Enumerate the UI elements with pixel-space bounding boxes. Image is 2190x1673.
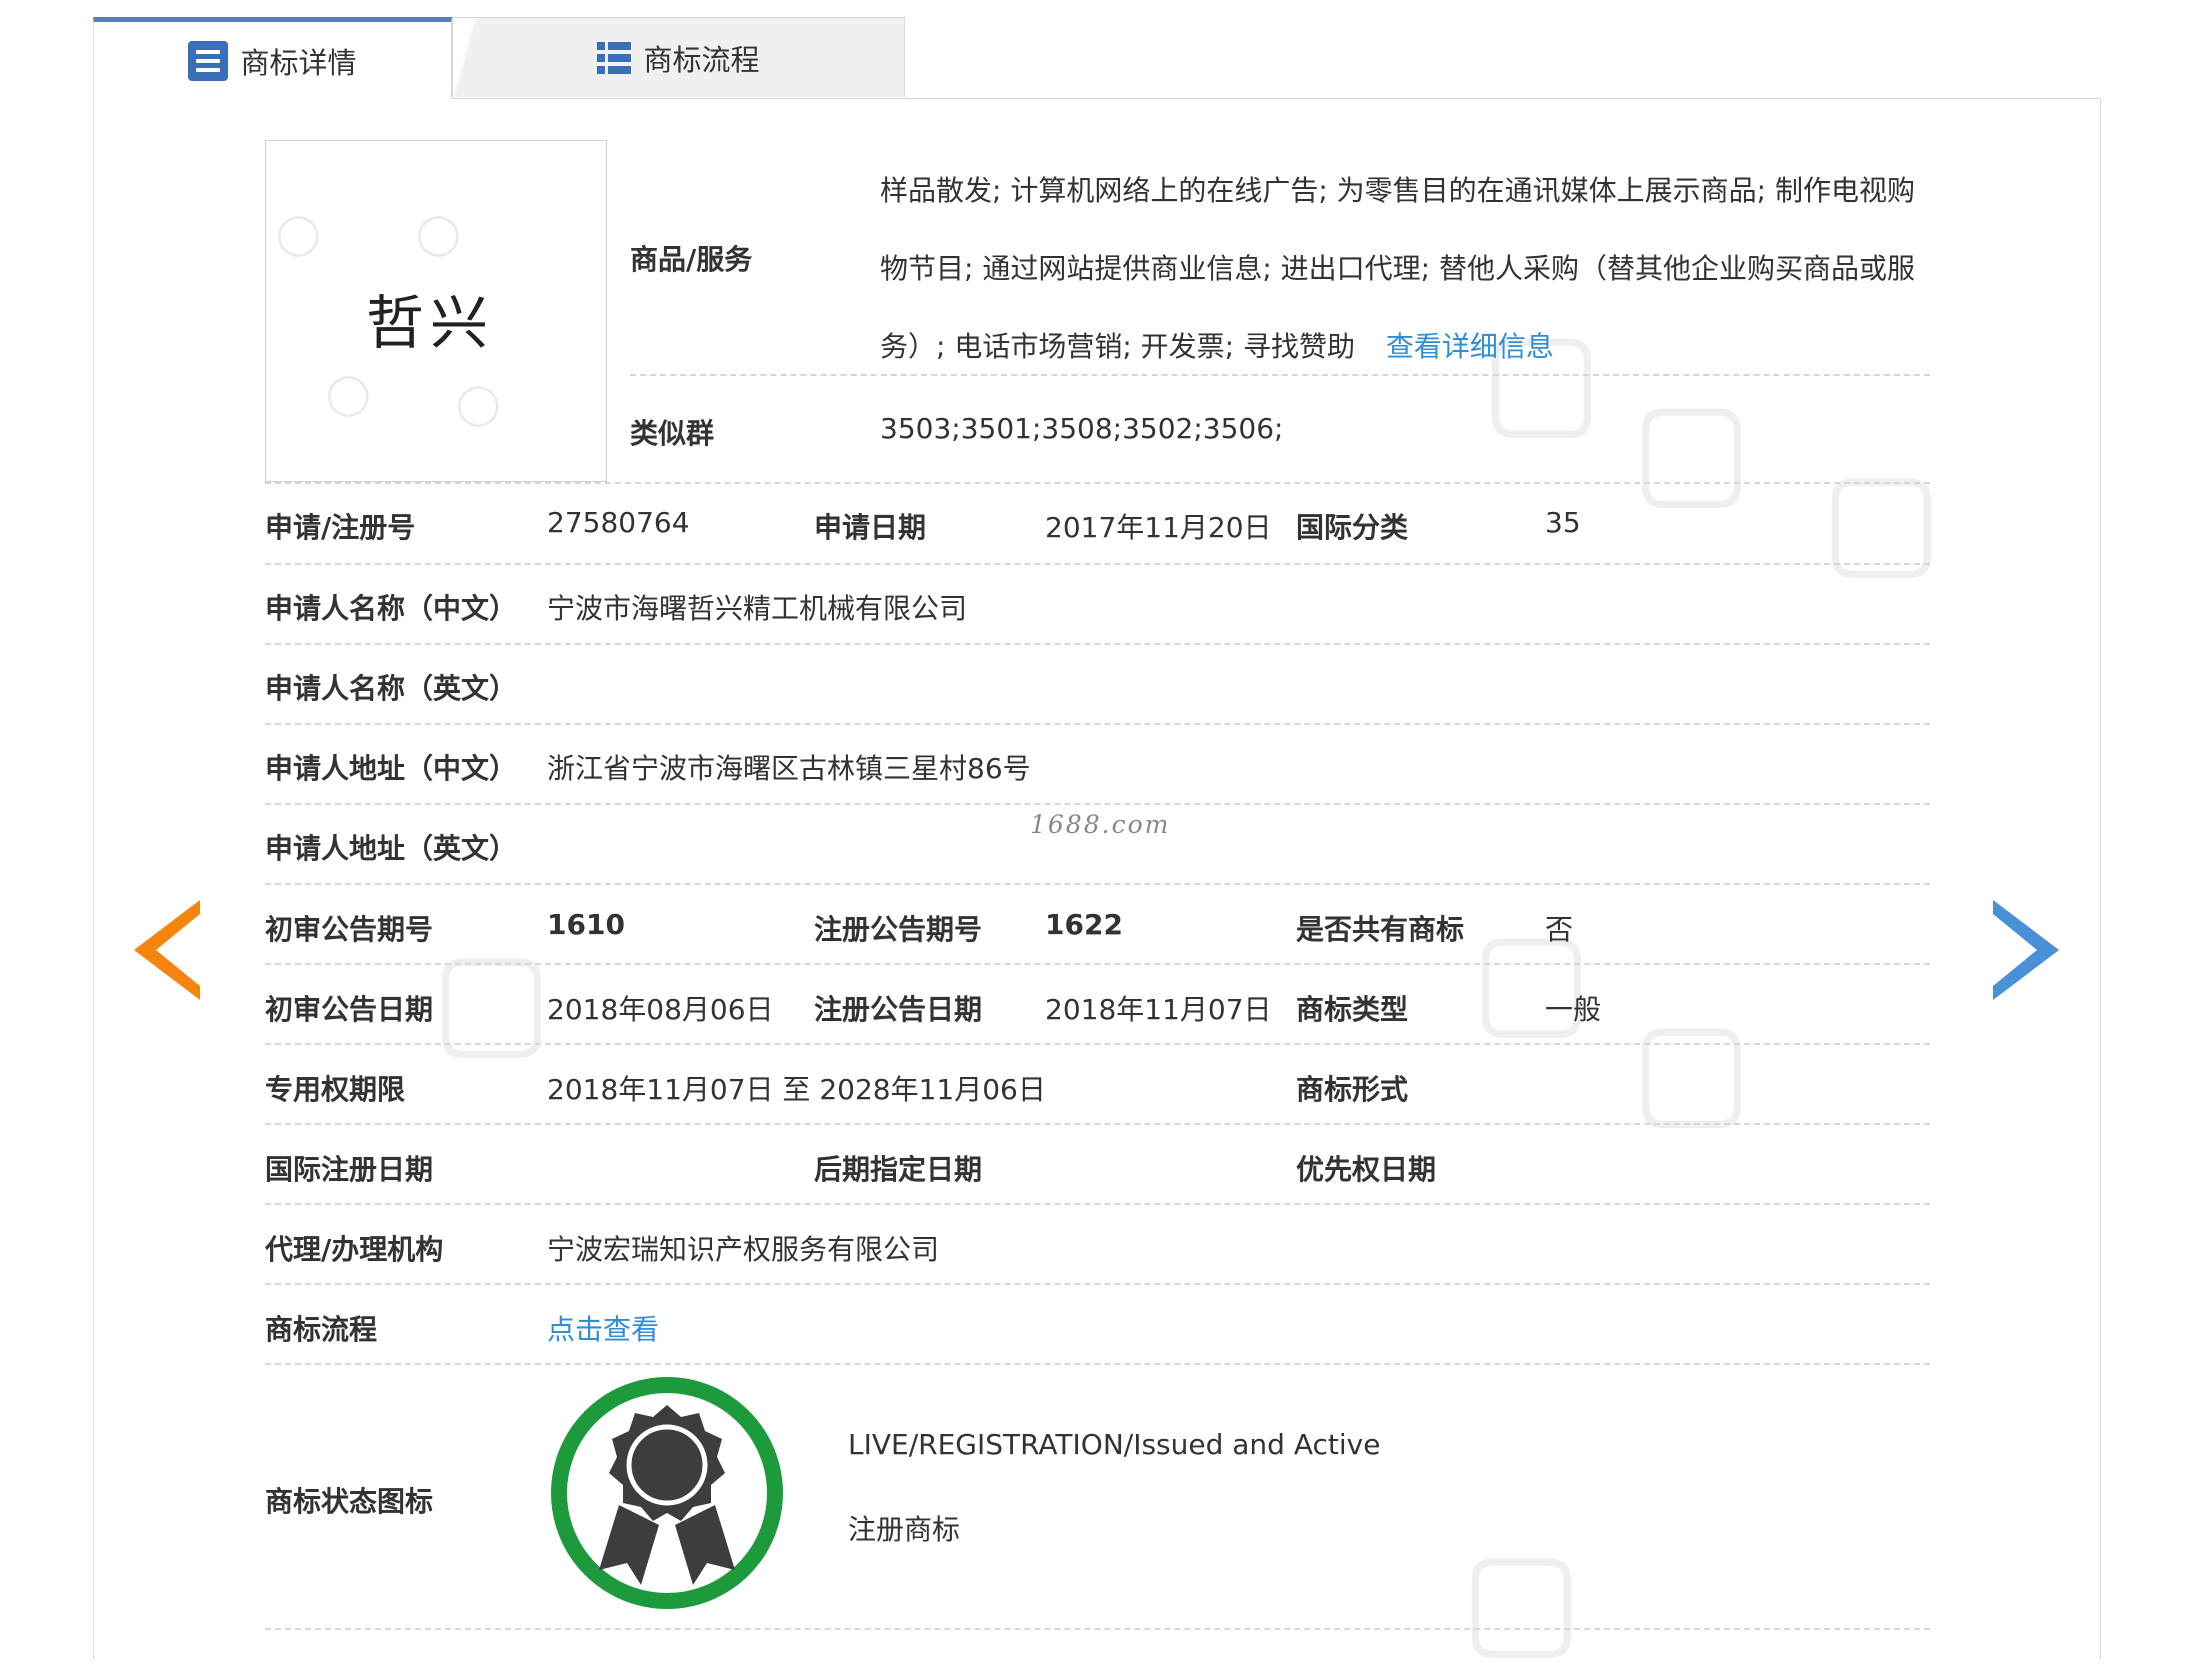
seal-watermark: ◯ xyxy=(456,381,501,427)
site-watermark: 1688.com xyxy=(1030,810,1171,839)
reg-issue-label: 注册公告期号 xyxy=(814,913,983,946)
divider xyxy=(265,803,1930,805)
address-en-label: 申请人地址（英文） xyxy=(265,832,518,865)
prelim-issue-label: 初审公告期号 xyxy=(265,913,434,946)
tab-label: 商标详情 xyxy=(240,45,357,80)
prelim-date-value: 2018年08月06日 xyxy=(547,993,774,1026)
tm-form-label: 商标形式 xyxy=(1296,1073,1409,1106)
divider xyxy=(265,1123,1930,1125)
divider xyxy=(265,963,1930,965)
reg-date-value: 2018年11月07日 xyxy=(1045,993,1272,1026)
intl-class-value: 35 xyxy=(1545,506,1581,539)
shared-label: 是否共有商标 xyxy=(1296,913,1465,946)
divider xyxy=(265,1283,1930,1285)
applicant-en-label: 申请人名称（英文） xyxy=(265,672,518,705)
registered-status-badge-icon xyxy=(551,1377,783,1609)
agent-label: 代理/办理机构 xyxy=(265,1233,444,1266)
shared-value: 否 xyxy=(1545,913,1574,946)
document-list-icon xyxy=(188,40,229,81)
status-label: 商标状态图标 xyxy=(265,1485,434,1518)
apply-date-value: 2017年11月20日 xyxy=(1045,511,1272,544)
divider xyxy=(265,1628,1930,1630)
flow-view-link[interactable]: 点击查看 xyxy=(547,1308,659,1348)
reg-no-label: 申请/注册号 xyxy=(265,511,416,544)
flow-label: 商标流程 xyxy=(265,1313,378,1346)
intl-reg-date-label: 国际注册日期 xyxy=(265,1153,434,1186)
tm-type-value: 一般 xyxy=(1545,993,1602,1026)
reg-no-value: 27580764 xyxy=(547,506,690,539)
later-date-label: 后期指定日期 xyxy=(814,1153,983,1186)
seal-watermark: ◯ xyxy=(416,211,461,257)
address-cn-label: 申请人地址（中文） xyxy=(265,752,518,785)
similar-group-label: 类似群 xyxy=(630,417,715,450)
prelim-date-label: 初审公告日期 xyxy=(265,993,434,1026)
view-details-link[interactable]: 查看详细信息 xyxy=(1386,330,1554,363)
divider xyxy=(265,883,1930,885)
seal-watermark: ◯ xyxy=(326,371,371,417)
tab-trademark-detail[interactable]: 商标详情 xyxy=(93,17,452,99)
priority-date-label: 优先权日期 xyxy=(1296,1153,1437,1186)
tm-type-label: 商标类型 xyxy=(1296,993,1409,1026)
applicant-cn-label: 申请人名称（中文） xyxy=(265,592,518,625)
reg-issue-value: 1622 xyxy=(1045,908,1123,941)
divider xyxy=(265,1043,1930,1045)
intl-class-label: 国际分类 xyxy=(1296,511,1409,544)
next-arrow-icon[interactable] xyxy=(1993,900,2059,1000)
previous-arrow-icon[interactable] xyxy=(134,900,200,1000)
exclusive-label: 专用权期限 xyxy=(265,1073,406,1106)
seal-watermark: ◯ xyxy=(276,211,321,257)
applicant-cn-value: 宁波市海曙哲兴精工机械有限公司 xyxy=(547,592,968,625)
apply-date-label: 申请日期 xyxy=(814,511,927,544)
divider xyxy=(265,723,1930,725)
reg-date-label: 注册公告日期 xyxy=(814,993,983,1026)
address-cn-value: 浙江省宁波市海曙区古林镇三星村86号 xyxy=(547,752,1031,785)
divider xyxy=(630,374,1930,376)
divider xyxy=(265,563,1930,565)
divider xyxy=(265,482,1930,484)
trademark-image: ◯ ◯ ◯ ◯ 哲兴 xyxy=(265,140,607,482)
goods-text: 样品散发; 计算机网络上的在线广告; 为零售目的在通讯媒体上展示商品; 制作电视… xyxy=(880,152,1930,386)
similar-group-value: 3503;3501;3508;3502;3506; xyxy=(880,412,1284,445)
tab-label: 商标流程 xyxy=(643,42,760,77)
goods-label: 商品/服务 xyxy=(630,243,753,276)
tab-trademark-flow[interactable]: 商标流程 xyxy=(452,17,905,97)
trademark-text: 哲兴 xyxy=(366,289,495,357)
tab-bar: 商标详情 商标流程 xyxy=(93,17,905,99)
status-en-value: LIVE/REGISTRATION/Issued and Active xyxy=(848,1428,1381,1461)
prelim-issue-value: 1610 xyxy=(547,908,625,941)
divider xyxy=(265,643,1930,645)
divider xyxy=(265,1363,1930,1365)
exclusive-value: 2018年11月07日 至 2028年11月06日 xyxy=(547,1073,1046,1106)
agent-value: 宁波宏瑞知识产权服务有限公司 xyxy=(547,1233,940,1266)
status-cn-value: 注册商标 xyxy=(848,1513,961,1546)
list-icon xyxy=(597,41,632,74)
divider xyxy=(265,1203,1930,1205)
